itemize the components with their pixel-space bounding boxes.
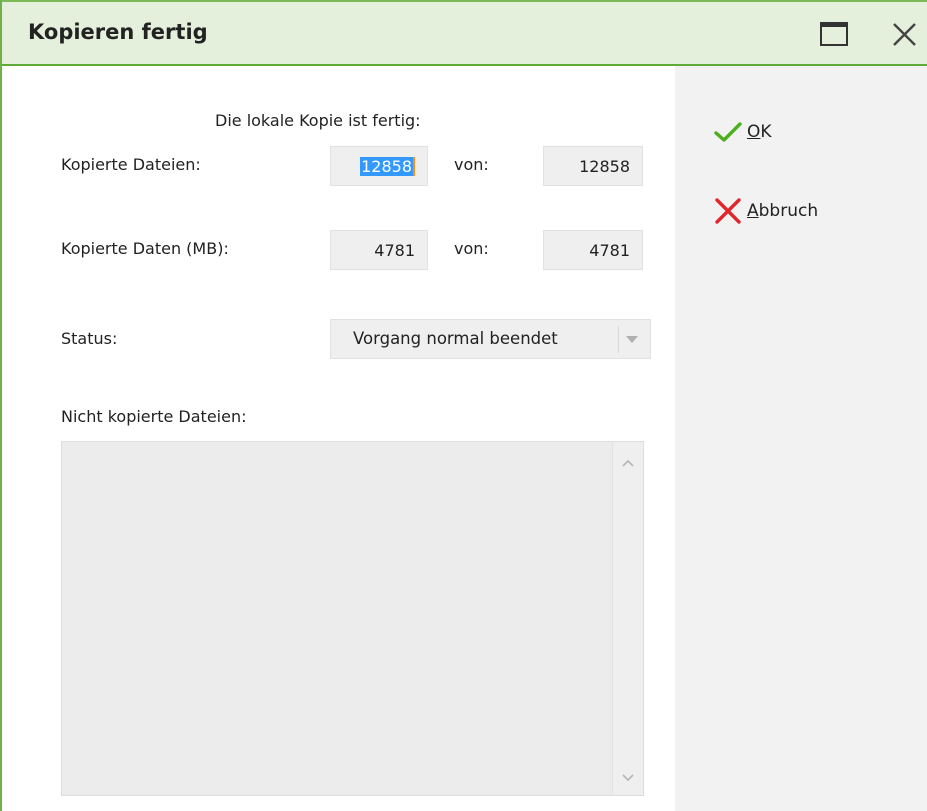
close-button[interactable] [887,18,921,52]
close-icon [893,23,916,46]
copied-files-field[interactable]: 12858 [330,146,428,186]
copied-files-label: Kopierte Dateien: [61,155,201,174]
copied-data-of-label: von: [454,239,489,258]
action-panel: OK Abbruch [675,66,927,811]
checkmark-icon [713,117,747,147]
cancel-label: Abbruch [747,201,819,221]
copied-files-value: 12858 [360,156,415,176]
copied-data-field[interactable]: 4781 [330,230,428,270]
x-icon [713,196,747,226]
ok-label: OK [747,122,772,142]
form-area: Die lokale Kopie ist fertig: Kopierte Da… [2,66,675,811]
chevron-down-icon[interactable] [625,335,639,344]
not-copied-files-list[interactable] [61,441,644,796]
not-copied-label: Nicht kopierte Dateien: [61,407,247,426]
copied-data-value: 4781 [374,240,415,260]
total-files-value: 12858 [579,156,630,176]
dialog-window: Kopieren fertig Die lokale Kopie ist fer… [0,0,927,811]
title-bar[interactable]: Kopieren fertig [2,0,927,66]
ok-button[interactable]: OK [713,117,772,147]
copied-data-label: Kopierte Daten (MB): [61,239,229,258]
copied-files-of-label: von: [454,155,489,174]
maximize-icon [820,22,848,46]
status-value: Vorgang normal beendet [353,329,558,348]
total-data-field[interactable]: 4781 [543,230,643,270]
scroll-down-icon[interactable] [621,773,635,783]
status-label: Status: [61,329,118,348]
total-data-value: 4781 [589,240,630,260]
vertical-scrollbar[interactable] [612,442,643,795]
cancel-button[interactable]: Abbruch [713,196,818,226]
maximize-button[interactable] [817,18,851,52]
window-title: Kopieren fertig [28,20,208,44]
completion-heading: Die lokale Kopie ist fertig: [215,111,421,130]
dropdown-divider [618,326,619,353]
scroll-up-icon[interactable] [621,458,635,468]
status-dropdown[interactable]: Vorgang normal beendet [330,319,651,359]
total-files-field[interactable]: 12858 [543,146,643,186]
